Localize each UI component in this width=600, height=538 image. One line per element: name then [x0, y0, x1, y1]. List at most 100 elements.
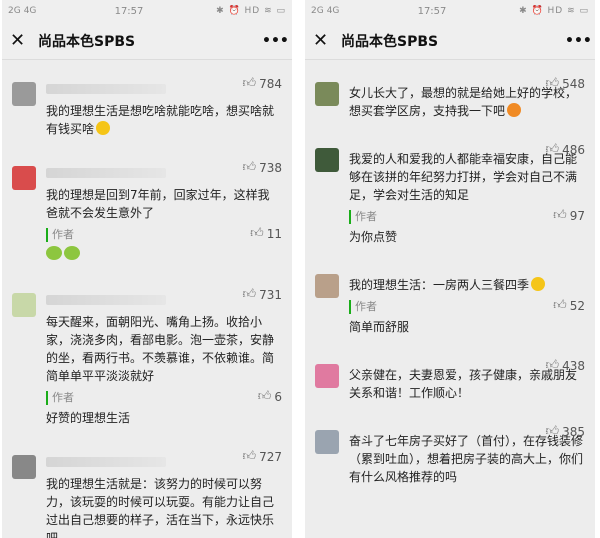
- author-like-count: 11: [266, 226, 282, 241]
- like-count: 438: [562, 358, 585, 373]
- like-button[interactable]: 👍︎ 784: [243, 76, 283, 91]
- page-title: 尚品本色SPBS: [341, 33, 439, 50]
- avatar: [12, 82, 36, 106]
- author-like-count: 6: [274, 389, 282, 404]
- status-indicators: ✱ ⏰ HD ≋ ▭: [519, 6, 589, 16]
- like-button[interactable]: 👍︎ 486: [546, 142, 586, 157]
- avatar: [315, 148, 339, 172]
- grin-emoji-icon: [531, 277, 546, 291]
- avatar: [315, 274, 339, 298]
- comment-text: 我爱的人和爱我的人都能幸福安康，自己能够在该拼的年纪努力打拼，学会对自己不满足，…: [349, 152, 578, 202]
- comment-text: 我的理想是回到7年前，回家过年，这样我爸就不会发生意外了: [46, 188, 270, 220]
- status-bar: 2G 4G 17:57 ✱ ⏰ HD ≋ ▭: [2, 0, 292, 22]
- like-count: 486: [562, 142, 585, 157]
- thumbs-up-icon: 👍︎: [242, 160, 257, 175]
- avatar: [12, 293, 36, 317]
- comment-item: 👍︎ 727 我的理想生活就是：该努力的时候可以努力，该玩耍的时候可以玩耍。有能力…: [2, 437, 292, 538]
- comment-item: 👍︎ 784 我的理想生活是想吃啥就能吃啥，想买啥就有钱买啥: [2, 64, 292, 148]
- author-like-button[interactable]: 👍︎ 11: [250, 226, 282, 241]
- author-label: 作者: [46, 228, 280, 242]
- title-bar: ✕ 尚品本色SPBS •••: [2, 22, 292, 60]
- like-count: 727: [259, 449, 282, 464]
- author-reply: 作者 👍︎ 11: [46, 226, 282, 265]
- author-reply-text: 好赞的理想生活: [46, 411, 131, 425]
- comment-item: 👍︎ 486 我爱的人和爱我的人都能幸福安康，自己能够在该拼的年纪努力打拼，学会对…: [305, 130, 595, 256]
- close-icon[interactable]: ✕: [10, 30, 32, 51]
- thumbs-up-icon: 👍︎: [242, 76, 257, 91]
- comment-text: 奋斗了七年房子买好了（首付），在存钱装修（累到吐血），想着把房子装的高大上，你们…: [349, 434, 584, 484]
- author-like-button[interactable]: 👍︎ 6: [258, 389, 282, 404]
- author-reply: 作者 👍︎ 52 简单而舒服: [349, 298, 585, 336]
- like-count: 548: [562, 76, 585, 91]
- close-icon[interactable]: ✕: [313, 30, 335, 51]
- status-time: 17:57: [114, 5, 144, 17]
- divider: [300, 0, 301, 538]
- thumbs-up-icon: 👍︎: [250, 226, 264, 241]
- author-like-count: 52: [569, 298, 585, 313]
- thumbs-up-icon: 👍︎: [545, 424, 560, 439]
- left-screenshot: 2G 4G 17:57 ✱ ⏰ HD ≋ ▭ ✕ 尚品本色SPBS ••• 👍︎ 7…: [2, 0, 292, 538]
- comment-item: 👍︎ 731 每天醒来，面朝阳光、嘴角上扬。收拾小家，浇浇多肉，看部电影。泡一壶茶…: [2, 275, 292, 437]
- thumbs-up-icon: 👍︎: [545, 358, 560, 373]
- like-count: 731: [259, 287, 282, 302]
- comment-text: 女儿长大了，最想的就是给她上好的学校，想买套学区房，支持我一下吧: [349, 86, 578, 118]
- comment-text: 我的理想生活就是：该努力的时候可以努力，该玩耍的时候可以玩耍。有能力让自己过出自…: [46, 477, 275, 538]
- status-indicators: ✱ ⏰ HD ≋ ▭: [216, 6, 286, 16]
- status-bar: 2G 4G 17:57 ✱ ⏰ HD ≋ ▭: [305, 0, 595, 22]
- comment-item: 👍︎ 738 我的理想是回到7年前，回家过年，这样我爸就不会发生意外了 作者 👍︎…: [2, 148, 292, 275]
- author-label: 作者: [349, 210, 583, 224]
- frog-emoji-icon: [46, 246, 62, 260]
- smile-emoji-icon: [96, 121, 111, 135]
- comment-text: 每天醒来，面朝阳光、嘴角上扬。收拾小家，浇浇多肉，看部电影。泡一壶茶，安静的坐，…: [46, 315, 275, 383]
- comment-text: 我的理想生活是想吃啥就能吃啥，想买啥就有钱买啥: [46, 104, 275, 136]
- signal-label-2: 4G: [326, 6, 340, 16]
- comment-feed: 👍︎ 548 女儿长大了，最想的就是给她上好的学校，想买套学区房，支持我一下吧 👍…: [305, 60, 595, 496]
- comment-item: 👍︎ 548 女儿长大了，最想的就是给她上好的学校，想买套学区房，支持我一下吧: [305, 64, 595, 130]
- like-button[interactable]: 👍︎ 385: [546, 424, 586, 439]
- blush-emoji-icon: [507, 103, 522, 117]
- like-button[interactable]: 👍︎ 548: [546, 76, 586, 91]
- comment-item: 我的理想生活：一房两人三餐四季 作者 👍︎ 52 简单而舒服: [305, 256, 595, 346]
- more-options-icon[interactable]: •••: [262, 33, 289, 49]
- avatar: [12, 166, 36, 190]
- comment-item: 👍︎ 438 父亲健在，夫妻恩爱，孩子健康，亲戚朋友关系和谐！工作顺心！: [305, 346, 595, 412]
- signal-label: 2G: [8, 6, 21, 16]
- avatar: [315, 430, 339, 454]
- thumbs-up-icon: 👍︎: [242, 449, 257, 464]
- like-button[interactable]: 👍︎ 727: [243, 449, 283, 464]
- nickname-blurred: [46, 84, 166, 94]
- nickname-blurred: [46, 168, 166, 178]
- signal-label: 2G: [311, 6, 324, 16]
- thumbs-up-icon: 👍︎: [545, 142, 560, 157]
- thumbs-up-icon: 👍︎: [545, 76, 560, 91]
- signal-label-2: 4G: [23, 6, 37, 16]
- avatar: [315, 364, 339, 388]
- like-count: 385: [562, 424, 585, 439]
- author-like-button[interactable]: 👍︎ 97: [553, 208, 585, 223]
- author-label: 作者: [349, 300, 583, 314]
- like-button[interactable]: 👍︎ 738: [243, 160, 283, 175]
- status-time: 17:57: [417, 5, 447, 17]
- author-reply: 作者 👍︎ 97 为你点赞: [349, 208, 585, 246]
- comment-text: 我的理想生活：一房两人三餐四季: [349, 278, 530, 292]
- author-reply-text: 简单而舒服: [349, 320, 410, 334]
- frog-emoji-icon: [64, 246, 80, 260]
- author-like-button[interactable]: 👍︎ 52: [553, 298, 585, 313]
- like-button[interactable]: 👍︎ 438: [546, 358, 586, 373]
- nickname-blurred: [46, 295, 166, 305]
- author-reply-text: 为你点赞: [349, 230, 398, 244]
- thumbs-up-icon: 👍︎: [257, 389, 272, 404]
- author-reply: 作者 👍︎ 6 好赞的理想生活: [46, 389, 282, 427]
- page-title: 尚品本色SPBS: [38, 33, 136, 50]
- right-screenshot: 2G 4G 17:57 ✱ ⏰ HD ≋ ▭ ✕ 尚品本色SPBS ••• 👍︎ 5…: [305, 0, 595, 538]
- like-count: 738: [259, 160, 282, 175]
- thumbs-up-icon: 👍︎: [242, 287, 257, 302]
- more-options-icon[interactable]: •••: [565, 33, 592, 49]
- like-button[interactable]: 👍︎ 731: [243, 287, 283, 302]
- title-bar: ✕ 尚品本色SPBS •••: [305, 22, 595, 60]
- author-reply-emojis: [46, 246, 280, 265]
- avatar: [315, 82, 339, 106]
- author-like-count: 97: [569, 208, 585, 223]
- thumbs-up-icon: 👍︎: [553, 298, 567, 313]
- nickname-blurred: [46, 457, 166, 467]
